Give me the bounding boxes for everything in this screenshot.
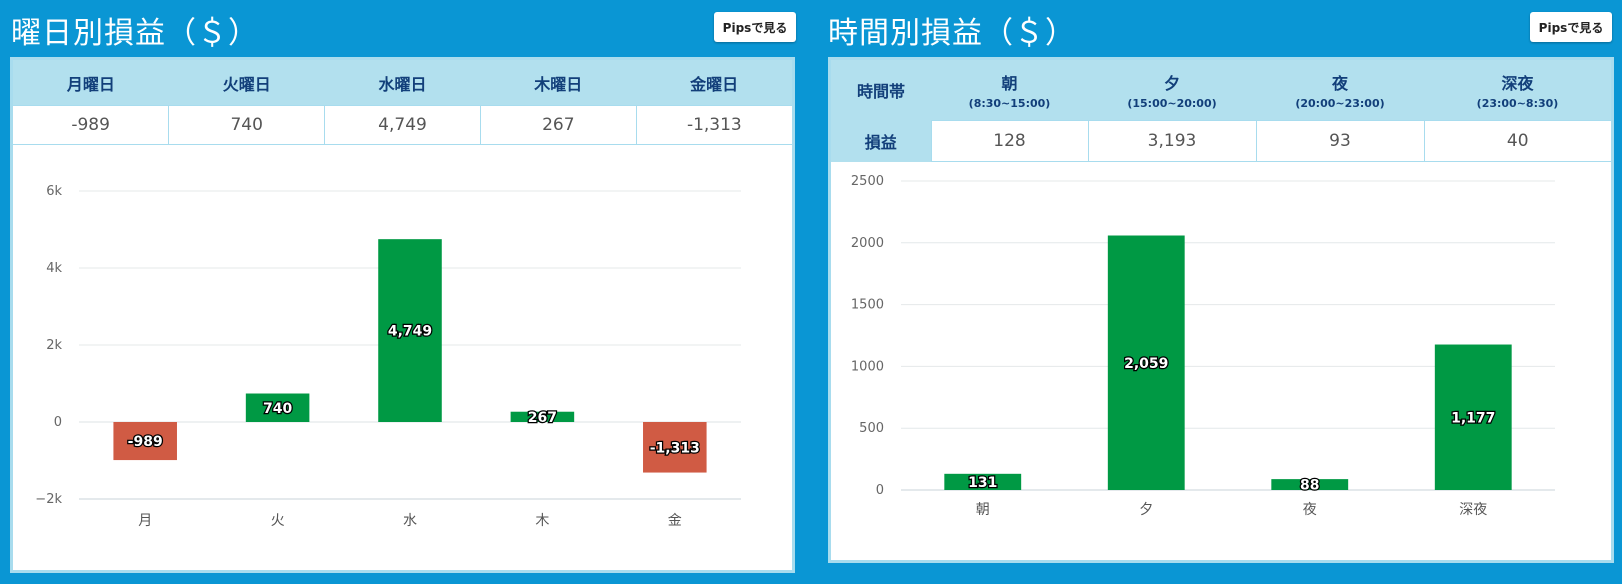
x-tick-label: 深夜 [1459, 502, 1487, 518]
timeslot-value-evening: 3,193 [1087, 120, 1257, 162]
weekday-pips-button[interactable]: Pipsで見る [714, 12, 796, 42]
timeslot-header-name: 深夜 [1501, 74, 1534, 93]
data-label: 2,059 [1124, 356, 1168, 372]
timeslot-header-range: (20:00~23:00) [1295, 97, 1385, 110]
y-tick-label: 2500 [851, 174, 884, 189]
weekday-header-row: 月曜日 火曜日 水曜日 木曜日 金曜日 [13, 60, 792, 106]
weekday-header-mon: 月曜日 [13, 60, 169, 106]
timeslot-header-evening: 夕 (15:00~20:00) [1088, 60, 1256, 121]
timeslot-row-label: 損益 [831, 120, 931, 162]
weekday-header-wed: 水曜日 [324, 60, 481, 106]
data-label: 740 [263, 401, 292, 417]
data-label: -1,313 [650, 440, 700, 456]
y-tick-label: 2000 [851, 236, 884, 251]
y-tick-label: 6k [46, 184, 62, 199]
y-tick-label: 500 [859, 421, 884, 436]
weekday-header-tue: 火曜日 [168, 60, 325, 106]
x-tick-label: 月 [138, 513, 152, 529]
y-tick-label: 0 [876, 483, 884, 498]
timeslot-header-range: (23:00~8:30) [1476, 97, 1559, 110]
timeslot-value-row: 損益 128 3,193 93 40 [831, 120, 1611, 162]
timeslot-table: 時間帯 朝 (8:30~15:00) 夕 (15:00~20:00) 夜 (20… [831, 60, 1611, 162]
weekday-value-mon: -989 [13, 105, 170, 145]
data-label: 4,749 [388, 324, 432, 340]
timeslot-value-latenight: 40 [1423, 120, 1611, 162]
x-tick-label: 火 [271, 513, 285, 529]
data-label: 1,177 [1451, 410, 1495, 426]
data-label: -989 [128, 434, 163, 450]
x-tick-label: 水 [403, 513, 417, 529]
x-tick-label: 木 [535, 513, 549, 529]
weekday-table: 月曜日 火曜日 水曜日 木曜日 金曜日 -989 740 4,749 267 -… [13, 60, 792, 145]
timeslot-value-morning: 128 [930, 120, 1089, 162]
x-tick-label: 朝 [976, 502, 990, 518]
data-label: 267 [528, 410, 557, 426]
y-tick-label: 2k [46, 338, 62, 353]
timeslot-header-morning: 朝 (8:30~15:00) [931, 60, 1088, 121]
data-label: 131 [968, 475, 997, 491]
weekday-value-fri: -1,313 [635, 105, 792, 145]
timeslot-value-night: 93 [1255, 120, 1425, 162]
weekday-value-wed: 4,749 [324, 105, 481, 145]
timeslot-pips-button[interactable]: Pipsで見る [1530, 12, 1612, 42]
y-tick-label: 0 [54, 415, 62, 430]
timeslot-card: 時間帯 朝 (8:30~15:00) 夕 (15:00~20:00) 夜 (20… [828, 57, 1614, 563]
weekday-value-row: -989 740 4,749 267 -1,313 [13, 105, 792, 145]
x-tick-label: 金 [668, 513, 682, 529]
timeslot-header-latenight: 深夜 (23:00~8:30) [1424, 60, 1611, 121]
weekday-header-fri: 金曜日 [636, 60, 792, 106]
weekday-value-tue: 740 [168, 105, 326, 145]
weekday-title: 曜日別損益（＄） [11, 16, 259, 51]
weekday-value-thu: 267 [479, 105, 637, 145]
timeslot-header-range: (15:00~20:00) [1127, 97, 1217, 110]
timeslot-title: 時間別損益（＄） [828, 16, 1076, 51]
y-tick-label: 1500 [851, 298, 884, 313]
timeslot-header-row: 時間帯 朝 (8:30~15:00) 夕 (15:00~20:00) 夜 (20… [831, 60, 1611, 121]
timeslot-header-night: 夜 (20:00~23:00) [1256, 60, 1424, 121]
weekday-header-thu: 木曜日 [480, 60, 637, 106]
y-tick-label: 4k [46, 261, 62, 276]
timeslot-header-name: 夕 [1163, 74, 1180, 93]
timeslot-header-range: (8:30~15:00) [968, 97, 1051, 110]
y-tick-label: −2k [35, 492, 62, 507]
timeslot-corner-header: 時間帯 [831, 60, 931, 121]
x-tick-label: 夜 [1303, 502, 1317, 518]
weekday-card: 月曜日 火曜日 水曜日 木曜日 金曜日 -989 740 4,749 267 -… [10, 57, 795, 573]
timeslot-bar-chart: 0 500 1000 1500 2000 2500 131 朝 2,059 夕 88 夜 1,177 深夜 [851, 174, 1555, 518]
data-label: 88 [1300, 478, 1319, 494]
weekday-bar-chart: −2k 0 2k 4k 6k -989 月 740 火 4,749 水 267 木 -1,313 金 [35, 184, 741, 529]
y-tick-label: 1000 [851, 359, 884, 374]
timeslot-header-name: 夜 [1331, 74, 1348, 93]
x-tick-label: 夕 [1139, 502, 1153, 518]
timeslot-header-name: 朝 [1001, 74, 1018, 93]
